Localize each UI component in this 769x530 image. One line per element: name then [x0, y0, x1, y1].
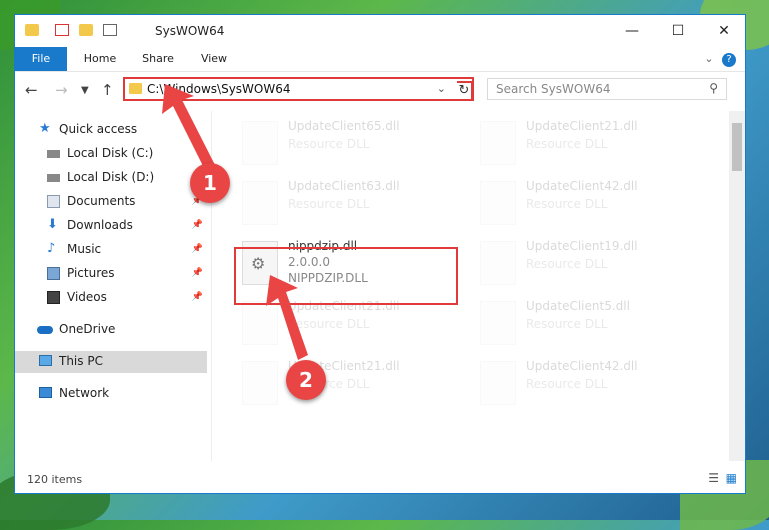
arrow-1	[162, 84, 308, 360]
callout-1: 1	[190, 163, 230, 203]
callout-2: 2	[286, 360, 326, 400]
